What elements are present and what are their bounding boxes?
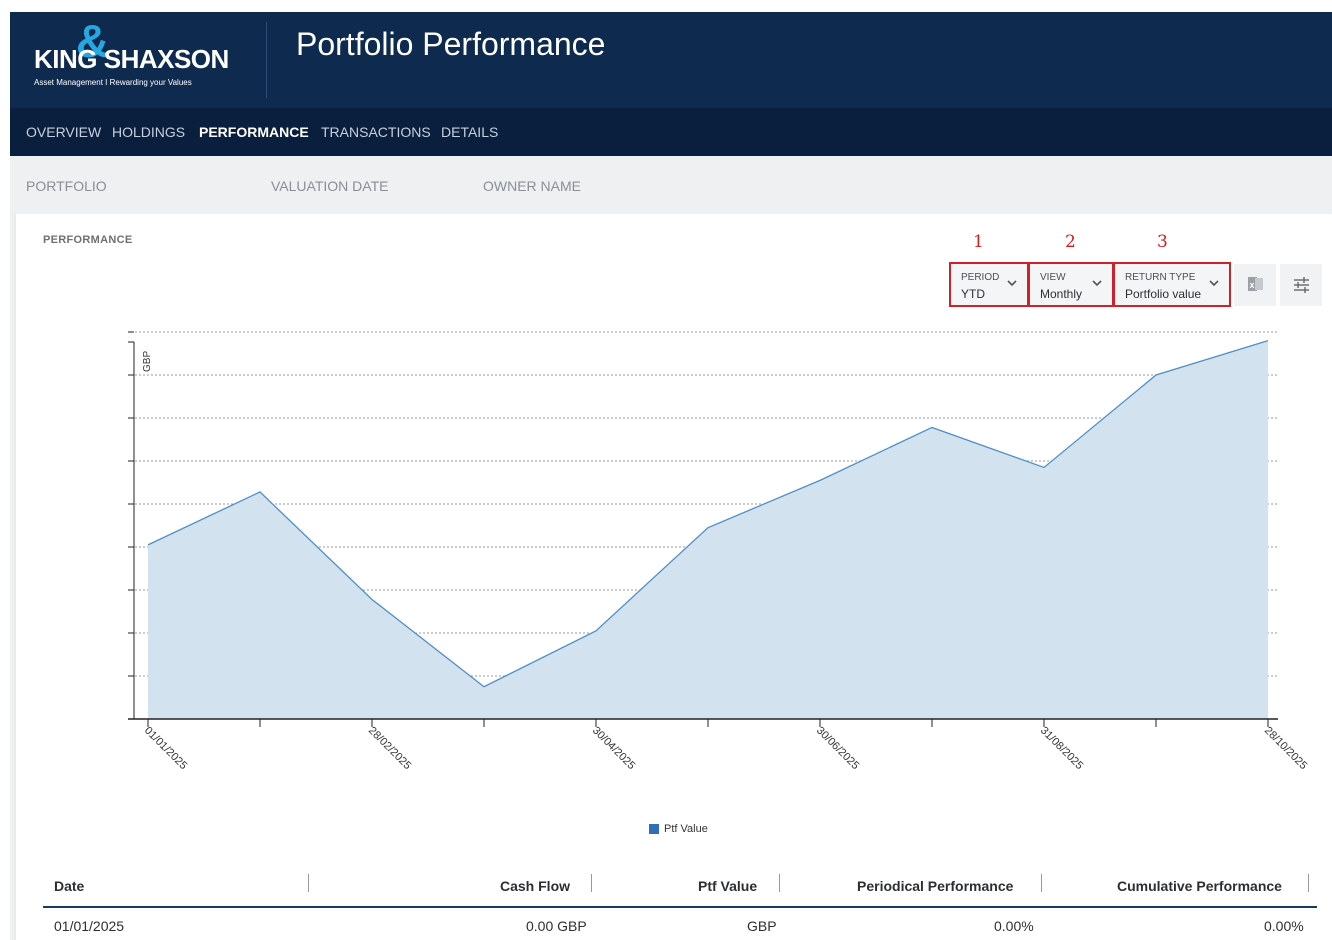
col-resize-handle[interactable] (779, 874, 780, 892)
x-tick-label: 28/02/2025 (366, 725, 413, 772)
cell-date: 01/01/2025 (54, 918, 125, 934)
brand-logo[interactable]: & KING SHAXSON Asset Management I Reward… (26, 15, 266, 100)
performance-card: PERFORMANCE 1 2 3 PERIOD YTD VIEW Monthl… (16, 214, 1332, 940)
col-header-periodical-performance[interactable]: Periodical Performance (857, 878, 1013, 894)
app-header: & KING SHAXSON Asset Management I Reward… (10, 12, 1332, 108)
col-header-cumulative-performance[interactable]: Cumulative Performance (1117, 878, 1282, 894)
cell-cumulative-performance: 0.00% (1264, 918, 1304, 934)
x-tick-label: 31/08/2025 (1038, 725, 1085, 772)
performance-chart: 01/01/2025 28/02/2025 30/04/2025 30/06/2025… (128, 331, 1309, 772)
logo-wordmark: KING SHAXSON (34, 44, 229, 74)
x-tick-label: 28/10/2025 (1262, 725, 1309, 772)
col-resize-handle[interactable] (591, 874, 592, 892)
nav-tab-details[interactable]: DETAILS (441, 124, 498, 140)
portfolio-label: PORTFOLIO (26, 178, 107, 194)
series-area-ptf-value (148, 340, 1268, 719)
portfolio-meta-row: PORTFOLIO VALUATION DATE OWNER NAME (10, 156, 1332, 212)
nav-tab-performance[interactable]: PERFORMANCE (199, 124, 309, 140)
x-tick-label: 01/01/2025 (142, 725, 189, 772)
logo-tagline: Asset Management I Rewarding your Values (34, 78, 192, 87)
col-header-cash-flow[interactable]: Cash Flow (500, 878, 570, 894)
nav-tab-overview[interactable]: OVERVIEW (26, 124, 101, 140)
valuation-date-label: VALUATION DATE (271, 178, 389, 194)
col-header-ptf-value[interactable]: Ptf Value (698, 878, 757, 894)
legend-swatch-ptf-value (649, 824, 659, 834)
y-axis-label: GBP (142, 351, 153, 372)
legend-label-ptf-value: Ptf Value (664, 823, 708, 835)
x-tick-label: 30/06/2025 (814, 725, 861, 772)
page-title: Portfolio Performance (296, 26, 606, 62)
nav-tab-holdings[interactable]: HOLDINGS (112, 124, 185, 140)
col-resize-handle[interactable] (1041, 874, 1042, 892)
owner-name-label: OWNER NAME (483, 178, 581, 194)
col-resize-handle[interactable] (308, 874, 309, 892)
app-frame: & KING SHAXSON Asset Management I Reward… (10, 12, 1332, 940)
cell-periodical-performance: 0.00% (994, 918, 1034, 934)
col-header-date[interactable]: Date (54, 878, 84, 894)
main-nav: OVERVIEW HOLDINGS PERFORMANCE TRANSACTIO… (10, 108, 1332, 156)
x-tick-label: 30/04/2025 (590, 725, 637, 772)
cell-cash-flow: 0.00 GBP (526, 918, 587, 934)
table-header-rule (43, 906, 1317, 908)
cell-ptf-value: GBP (747, 918, 777, 934)
nav-tab-transactions[interactable]: TRANSACTIONS (321, 124, 431, 140)
header-divider (266, 22, 267, 98)
col-resize-handle[interactable] (1308, 874, 1309, 892)
